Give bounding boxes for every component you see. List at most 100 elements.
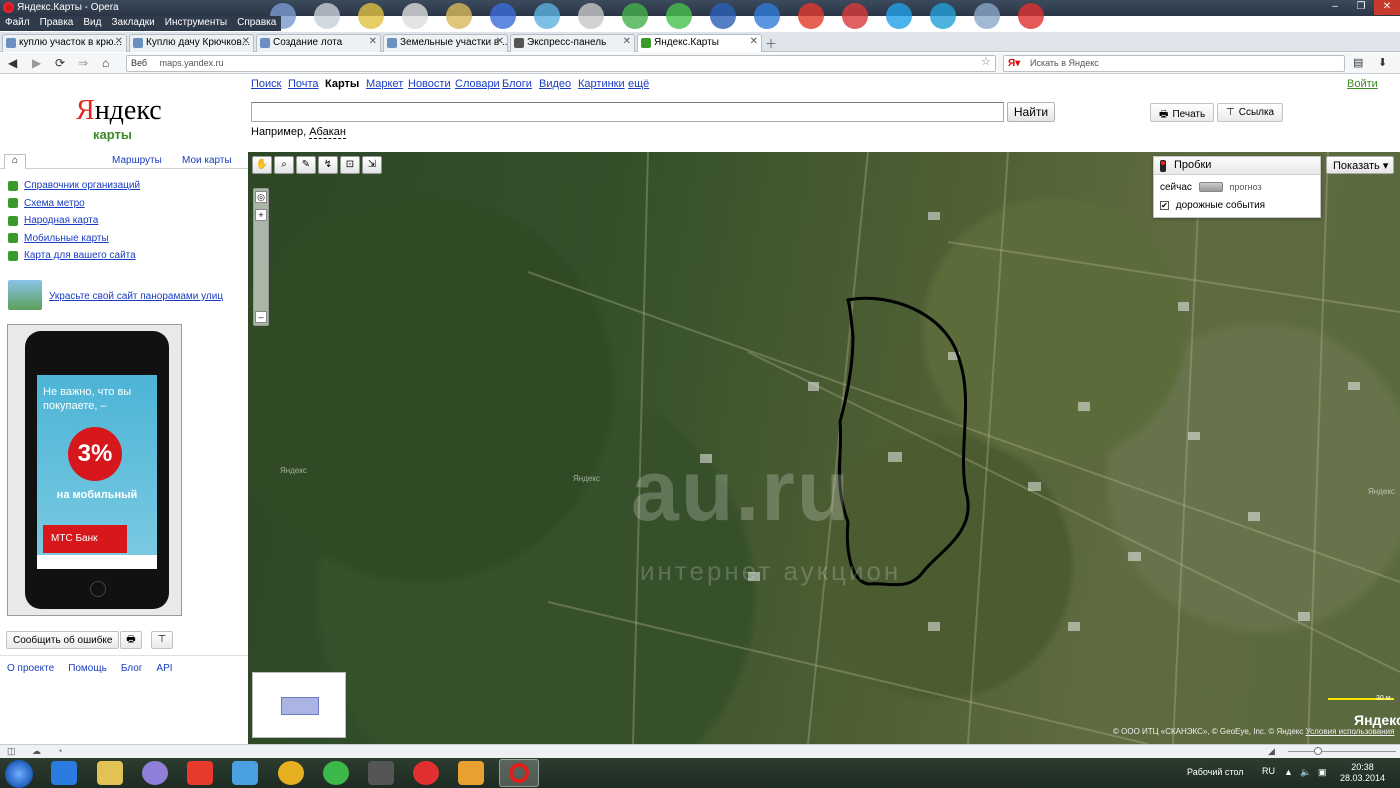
service-search[interactable]: Поиск (251, 78, 281, 90)
blog-link[interactable]: Блог (121, 663, 143, 674)
menu-edit[interactable]: Правка (35, 16, 79, 31)
zoom-slider[interactable]: ◎ + – (253, 188, 269, 326)
network-icon[interactable]: ▣ (1318, 767, 1327, 778)
menu-help[interactable]: Справка (232, 16, 281, 31)
panel-toggle-icon[interactable]: ◫ (7, 746, 16, 757)
report-error-button[interactable]: Сообщить об ошибке (6, 631, 120, 649)
hand-tool-icon[interactable]: ✋ (252, 156, 272, 174)
close-window-button[interactable]: ✕ (1374, 0, 1400, 15)
chrome-icon[interactable] (278, 761, 304, 785)
ruler-tool-icon[interactable]: ✎ (296, 156, 316, 174)
service-more[interactable]: ещё (628, 78, 649, 90)
pan-icon[interactable]: ◎ (255, 191, 267, 203)
download-icon[interactable]: ⬇ (1378, 56, 1387, 69)
tab-2[interactable]: Куплю дачу Крючков... ✕ (129, 34, 254, 52)
print-button[interactable]: 🖶 Печать (1150, 103, 1215, 122)
sidebar-item-directory[interactable]: Справочник организаций (8, 177, 140, 195)
explorer-folder-icon[interactable] (97, 761, 123, 785)
bookmark-star-icon[interactable]: ☆ (981, 55, 991, 68)
close-tab-icon[interactable]: ✕ (115, 36, 123, 47)
close-tab-icon[interactable]: ✕ (623, 36, 631, 47)
tab-1[interactable]: куплю участок в крю... ✕ (2, 34, 127, 52)
terms-link[interactable]: Условия использования (1306, 727, 1395, 736)
panorama-link[interactable]: Украсьте свой сайт панорамами улиц (49, 291, 223, 302)
service-market[interactable]: Маркет (366, 78, 403, 90)
media-center-icon[interactable] (142, 761, 168, 785)
sidebar-link-button[interactable]: ⊤ (151, 631, 173, 649)
service-news[interactable]: Новости (408, 78, 451, 90)
tab-5[interactable]: Экспресс-панель ✕ (510, 34, 635, 52)
maximize-button[interactable]: ❐ (1348, 0, 1374, 15)
close-tab-icon[interactable]: ✕ (750, 36, 758, 47)
traffic-events-checkbox[interactable]: ✔ (1160, 201, 1169, 210)
volume-icon[interactable]: 🔈 (1300, 767, 1311, 778)
home-icon[interactable]: ⌂ (102, 56, 109, 70)
cloud-icon[interactable]: ☁ (32, 746, 41, 757)
show-layers-button[interactable]: Показать ▾ (1326, 156, 1394, 174)
find-button[interactable]: Найти (1007, 102, 1055, 122)
menu-file[interactable]: Файл (0, 16, 35, 31)
satellite-map[interactable]: Яндекс Яндекс Яндекс au.ru интернет аукц… (248, 152, 1400, 744)
traffic-header[interactable]: Пробки (1154, 157, 1320, 175)
fast-forward-icon[interactable]: ⇒ (78, 56, 88, 70)
service-dictionaries[interactable]: Словари (455, 78, 500, 90)
system-clock[interactable]: 20:38 28.03.2014 (1340, 762, 1385, 784)
language-indicator[interactable]: RU (1262, 766, 1275, 776)
service-mail[interactable]: Почта (288, 78, 319, 90)
api-link[interactable]: API (156, 663, 172, 674)
zoom-arrow-icon[interactable]: ◢ (1268, 746, 1275, 757)
notes-icon[interactable]: ▤ (1353, 56, 1363, 69)
login-link[interactable]: Войти (1347, 78, 1378, 90)
speedometer-icon[interactable]: ◔ (57, 746, 62, 756)
forward-icon[interactable]: ▶ (32, 56, 41, 70)
marker-tool-icon[interactable]: ⊡ (340, 156, 360, 174)
sidebar-item-mobile[interactable]: Мобильные карты (8, 230, 140, 248)
yandex-icon[interactable] (187, 761, 213, 785)
sidebar-home-tab[interactable]: ⌂ (4, 154, 26, 169)
route-tool-icon[interactable]: ↯ (318, 156, 338, 174)
desktop-toolbar-label[interactable]: Рабочий стол (1187, 767, 1244, 777)
select-tool-icon[interactable]: ⇲ (362, 156, 382, 174)
magnifier-tool-icon[interactable]: ⌕ (274, 156, 294, 174)
address-field[interactable]: Веб maps.yandex.ru (126, 55, 996, 72)
audio-icon[interactable] (232, 761, 258, 785)
help-link[interactable]: Помощь (68, 663, 107, 674)
internet-explorer-icon[interactable] (51, 761, 77, 785)
minimap-viewport[interactable] (281, 697, 319, 715)
service-images[interactable]: Картинки (578, 78, 625, 90)
sidebar-item-people-map[interactable]: Народная карта (8, 212, 140, 230)
example-link[interactable]: Абакан (309, 126, 346, 139)
traffic-mode-toggle[interactable] (1198, 182, 1223, 193)
tab-routes[interactable]: Маршруты (112, 155, 162, 166)
zoom-in-icon[interactable]: + (255, 209, 267, 221)
mail-agent-icon[interactable] (323, 761, 349, 785)
map-search-input[interactable] (251, 102, 1004, 122)
service-video[interactable]: Видео (539, 78, 571, 90)
tab-4[interactable]: Земельные участки в ... ✕ (383, 34, 508, 52)
zoom-out-icon[interactable]: – (255, 311, 267, 323)
opera-taskbar-button[interactable] (499, 759, 539, 787)
close-tab-icon[interactable]: ✕ (496, 36, 504, 47)
world-of-tanks-icon[interactable] (368, 761, 394, 785)
close-tab-icon[interactable]: ✕ (242, 36, 250, 47)
yandex-logo[interactable]: Яндекс (76, 95, 162, 127)
tab-6[interactable]: Яндекс.Карты ✕ (637, 34, 762, 52)
close-tab-icon[interactable]: ✕ (369, 36, 377, 47)
sidebar-item-metro[interactable]: Схема метро (8, 195, 140, 213)
reload-icon[interactable]: ⟳ (55, 56, 65, 70)
page-zoom-knob[interactable] (1314, 747, 1322, 755)
menu-tools[interactable]: Инструменты (160, 16, 232, 31)
sidebar-print-button[interactable]: 🖶 (120, 631, 142, 649)
tray-arrow-icon[interactable]: ▲ (1284, 767, 1293, 777)
minimize-button[interactable]: – (1322, 0, 1348, 15)
sidebar-item-site-map[interactable]: Карта для вашего сайта (8, 247, 140, 265)
video-player-icon[interactable] (458, 761, 484, 785)
panorama-icon[interactable] (8, 280, 42, 310)
menu-view[interactable]: Вид (78, 16, 106, 31)
link-button[interactable]: ⊤ Ссылка (1217, 103, 1284, 122)
start-button[interactable] (5, 760, 33, 788)
browser-search-input[interactable]: Я▾ Искать в Яндекс (1003, 55, 1345, 72)
tab-my-maps[interactable]: Мои карты (182, 155, 232, 166)
about-link[interactable]: О проекте (7, 663, 54, 674)
menu-bookmarks[interactable]: Закладки (106, 16, 159, 31)
